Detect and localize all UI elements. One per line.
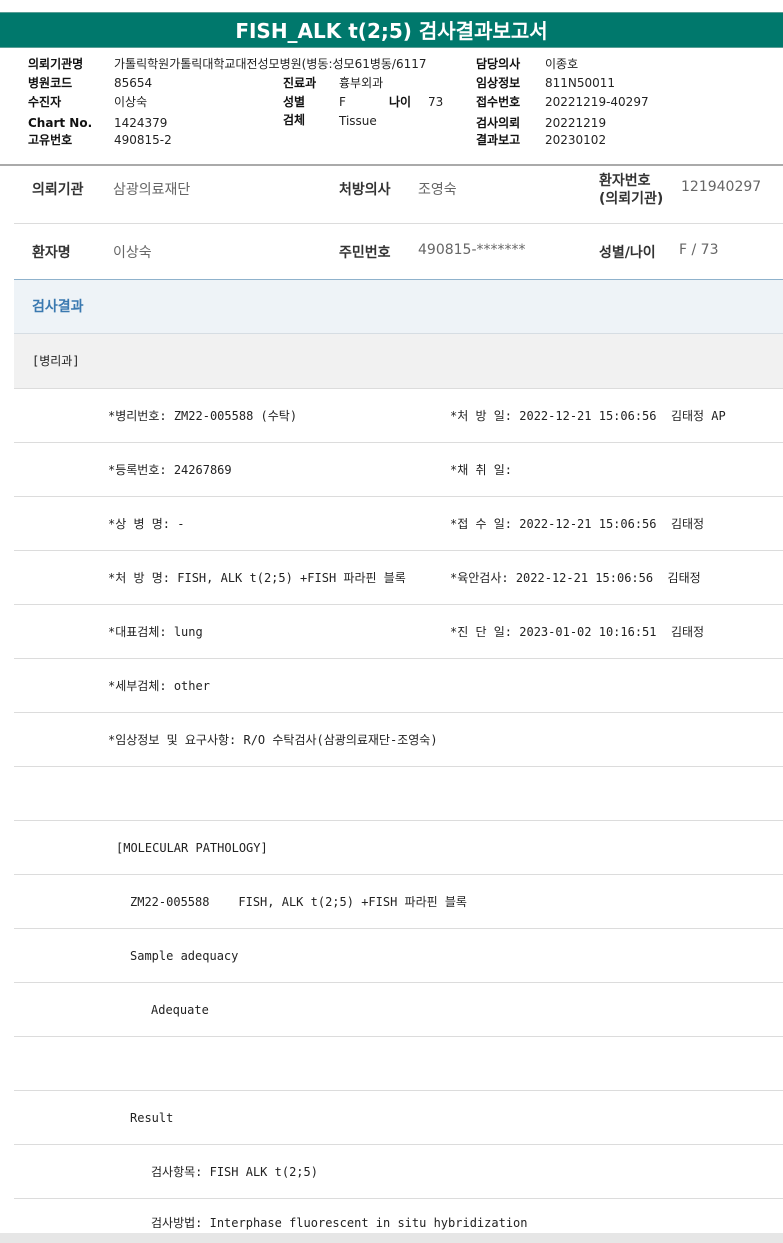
report-row: Result [14,1091,783,1145]
result-report-label: 결과보고 [476,133,521,147]
disease-name: *상 병 명: - [108,517,185,531]
report-row: 검사항목: FISH ALK t(2;5) [14,1145,783,1199]
institution-value: 가톨릭학원가톨릭대학교대전성모병원(병동:성모61병동/6117 [114,57,427,71]
detail-row: *상 병 명: - *접 수 일: 2022-12-21 15:06:56 김태… [14,497,783,551]
department-row: [병리과] [14,334,783,389]
pathology-no: *병리번호: ZM22-005588 (수탁) [108,409,298,423]
rrn-label: 주민번호 [339,245,391,261]
physician-label: 담당의사 [476,57,521,71]
hospital-code-value: 85654 [114,76,153,90]
chart-no-value: 1424379 [114,116,168,130]
req-inst-value: 삼광의료재단 [113,182,191,198]
registration-no: *등록번호: 24267869 [108,463,232,477]
patient-no-value: 121940297 [681,179,762,195]
examinee-label: 수진자 [28,95,62,109]
case-line: ZM22-005588 FISH, ALK t(2;5) +FISH 파라핀 블… [130,895,467,909]
chart-no-label: Chart No. [28,116,93,130]
sex-age-label: 성별/나이 [599,245,656,261]
collection-date: *채 취 일: [450,463,513,477]
hospital-code-label: 병원코드 [28,76,73,90]
sex-value: F [339,95,346,109]
name-label: 환자명 [32,245,71,261]
detail-row: *등록번호: 24267869 *채 취 일: [14,443,783,497]
test-item: 검사항목: FISH ALK t(2;5) [151,1165,318,1179]
clinical-info-value: 811N50011 [545,76,616,90]
horizontal-scrollbar[interactable] [0,1233,783,1243]
physician-value: 이종호 [545,57,579,71]
patient-no-label-2: (의뢰기관) [599,191,664,207]
sex-label: 성별 [283,95,306,109]
request-value: 20221219 [545,116,607,130]
report-row: Adequate [14,983,783,1037]
presc-doc-value: 조영숙 [418,182,457,198]
report-row: [MOLECULAR PATHOLOGY] [14,821,783,875]
age-label: 나이 [389,95,412,109]
detail-row: *대표검체: lung *진 단 일: 2023-01-02 10:16:51 … [14,605,783,659]
diagnosis-date: *진 단 일: 2023-01-02 10:16:51 김태정 [450,625,705,639]
specimen-value: Tissue [339,114,377,128]
patient-no-label-1: 환자번호 [599,173,651,189]
sub-specimen: *세부검체: other [108,679,210,693]
department-label: 진료과 [283,76,317,90]
detail-row: *임상정보 및 요구사항: R/O 수탁검사(삼광의료재단-조영숙) [14,713,783,767]
department-value: 흉부외과 [339,76,384,90]
molecular-heading: [MOLECULAR PATHOLOGY] [116,841,268,855]
rrn-value: 490815-******* [418,242,526,258]
prescription-date: *처 방 일: 2022-12-21 15:06:56 김태정 AP [450,409,726,423]
prescription-name: *처 방 명: FISH, ALK t(2;5) +FISH 파라핀 블록 [108,571,406,585]
receipt-no-label: 접수번호 [476,95,521,109]
clinical-request: *임상정보 및 요구사항: R/O 수탁검사(삼광의료재단-조영숙) [108,733,438,747]
detail-row: *처 방 명: FISH, ALK t(2;5) +FISH 파라핀 블록 *육… [14,551,783,605]
sample-adequacy: Sample adequacy [130,949,239,963]
empty-row [14,1037,783,1091]
report-row: 검사방법: Interphase fluorescent in situ hyb… [14,1199,783,1233]
request-label: 검사의뢰 [476,116,521,130]
institution-label: 의뢰기관명 [28,57,84,71]
header-info-block: 의뢰기관명 가톨릭학원가톨릭대학교대전성모병원(병동:성모61병동/6117 담… [0,52,783,164]
examinee-value: 이상숙 [114,95,148,109]
presc-doc-label: 처방의사 [339,182,391,198]
specimen-label: 검체 [283,113,306,127]
adequate: Adequate [151,1003,209,1017]
empty-row [14,767,783,821]
name-value: 이상숙 [113,245,152,261]
receipt-no-value: 20221219-40297 [545,95,649,109]
result-report-value: 20230102 [545,133,607,147]
gross-exam: *육안검사: 2022-12-21 15:06:56 김태정 [450,571,701,585]
report-row: ZM22-005588 FISH, ALK t(2;5) +FISH 파라핀 블… [14,875,783,929]
patient-row-institution: 의뢰기관 삼광의료재단 처방의사 조영숙 환자번호 (의뢰기관) 1219402… [14,166,783,224]
report-title: FISH_ALK t(2;5) 검사결과보고서 [0,12,783,48]
receipt-date: *접 수 일: 2022-12-21 15:06:56 김태정 [450,517,705,531]
detail-row: *병리번호: ZM22-005588 (수탁) *처 방 일: 2022-12-… [14,389,783,443]
unique-no-label: 고유번호 [28,133,73,147]
unique-no-value: 490815-2 [114,133,172,147]
detail-row: *세부검체: other [14,659,783,713]
result-section-heading: 검사결과 [14,279,783,334]
sex-age-value: F / 73 [679,242,719,258]
age-value: 73 [428,95,444,109]
patient-row-name: 환자명 이상숙 주민번호 490815-******* 성별/나이 F / 73 [14,224,783,279]
clinical-info-label: 임상정보 [476,76,521,90]
representative-specimen: *대표검체: lung [108,625,203,639]
report-row: Sample adequacy [14,929,783,983]
req-inst-label: 의뢰기관 [32,182,84,198]
result-label: Result [130,1111,174,1125]
